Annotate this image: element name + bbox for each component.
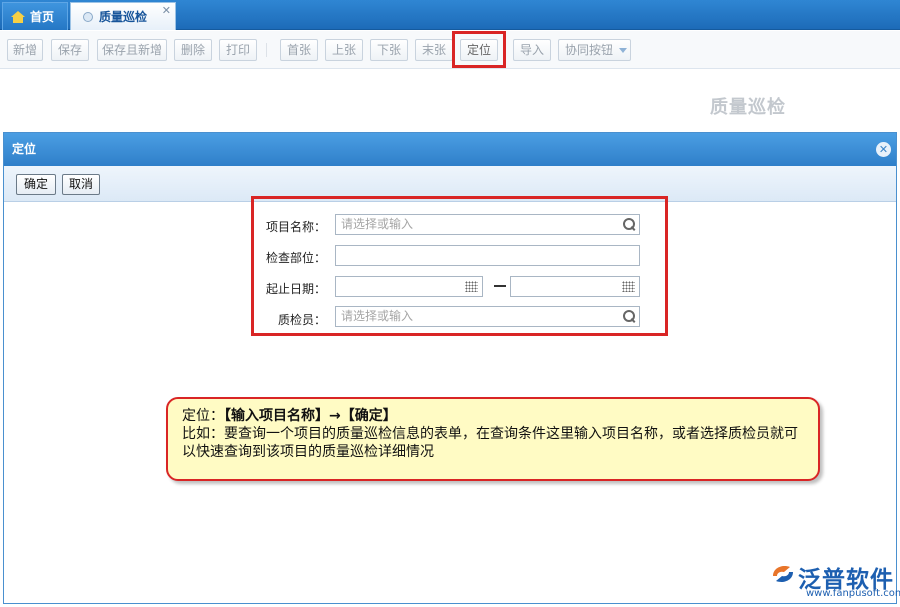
- save-and-new-button[interactable]: 保存且新增: [97, 39, 167, 61]
- previous-record-button[interactable]: 上张: [325, 39, 363, 61]
- new-button[interactable]: 新增: [7, 39, 43, 61]
- print-button[interactable]: 打印: [219, 39, 257, 61]
- inspection-location-label: 检查部位：: [265, 251, 326, 265]
- toolbar-separator: [266, 43, 267, 57]
- tab-bar: 首页 质量巡检 ✕: [0, 0, 900, 30]
- page-title: 质量巡检: [710, 97, 786, 118]
- calendar-icon[interactable]: [465, 281, 478, 292]
- end-date-input[interactable]: [510, 276, 640, 297]
- date-range-dash: [494, 285, 506, 287]
- callout-prefix: 定位：: [182, 408, 224, 424]
- dialog-header: 定位: [4, 133, 896, 166]
- calendar-icon[interactable]: [622, 281, 635, 292]
- logo-mark-icon: [773, 566, 793, 582]
- inspection-location-input[interactable]: [335, 245, 640, 266]
- cancel-button[interactable]: 取消: [62, 174, 100, 195]
- save-button[interactable]: 保存: [51, 39, 89, 61]
- dialog-title: 定位: [12, 142, 37, 156]
- toolbar: 新增 保存 保存且新增 删除 打印 首张 上张 下张 末张 定位 导入 协同按钮: [0, 31, 900, 69]
- home-icon: [11, 10, 25, 23]
- next-record-button[interactable]: 下张: [370, 39, 408, 61]
- project-name-input[interactable]: 请选择或输入: [335, 214, 640, 235]
- tab-quality-inspection[interactable]: 质量巡检 ✕: [70, 2, 176, 30]
- tab-active-label: 质量巡检: [99, 10, 148, 24]
- collaboration-dropdown[interactable]: 协同按钮: [558, 39, 631, 61]
- first-record-button[interactable]: 首张: [280, 39, 318, 61]
- collaboration-label: 协同按钮: [565, 43, 614, 57]
- last-record-button[interactable]: 末张: [415, 39, 453, 61]
- logo-url: www.fanpusoft.com: [806, 588, 900, 599]
- delete-button[interactable]: 删除: [174, 39, 212, 61]
- confirm-button[interactable]: 确定: [16, 174, 56, 195]
- callout-line-2: 比如：要查询一个项目的质量巡检信息的表单，在查询条件这里输入项目名称，或者选择质…: [182, 426, 798, 460]
- locate-highlight: [452, 31, 506, 68]
- callout-steps: 【输入项目名称】→【确定】: [224, 408, 397, 424]
- search-icon[interactable]: [623, 310, 635, 322]
- inspector-placeholder: 请选择或输入: [341, 309, 414, 323]
- project-name-placeholder: 请选择或输入: [341, 217, 414, 231]
- instruction-callout: 定位：【输入项目名称】→【确定】 比如：要查询一个项目的质量巡检信息的表单，在查…: [166, 397, 820, 481]
- project-name-label: 项目名称：: [265, 220, 326, 234]
- tab-home-label: 首页: [30, 10, 55, 24]
- search-icon[interactable]: [623, 218, 635, 230]
- date-range-label: 起止日期：: [265, 282, 326, 296]
- start-date-input[interactable]: [335, 276, 483, 297]
- import-button[interactable]: 导入: [513, 39, 551, 61]
- inspector-label: 质检员：: [277, 313, 326, 327]
- tab-page-icon: [83, 11, 93, 22]
- close-icon[interactable]: ✕: [162, 4, 171, 17]
- callout-line-1: 定位：【输入项目名称】→【确定】: [182, 407, 804, 425]
- chevron-down-icon: [619, 48, 628, 53]
- tab-home[interactable]: 首页: [2, 2, 68, 30]
- inspector-input[interactable]: 请选择或输入: [335, 306, 640, 327]
- brand-logo: 泛普软件 www.fanpusoft.com: [770, 560, 900, 600]
- close-icon[interactable]: ✕: [876, 142, 891, 157]
